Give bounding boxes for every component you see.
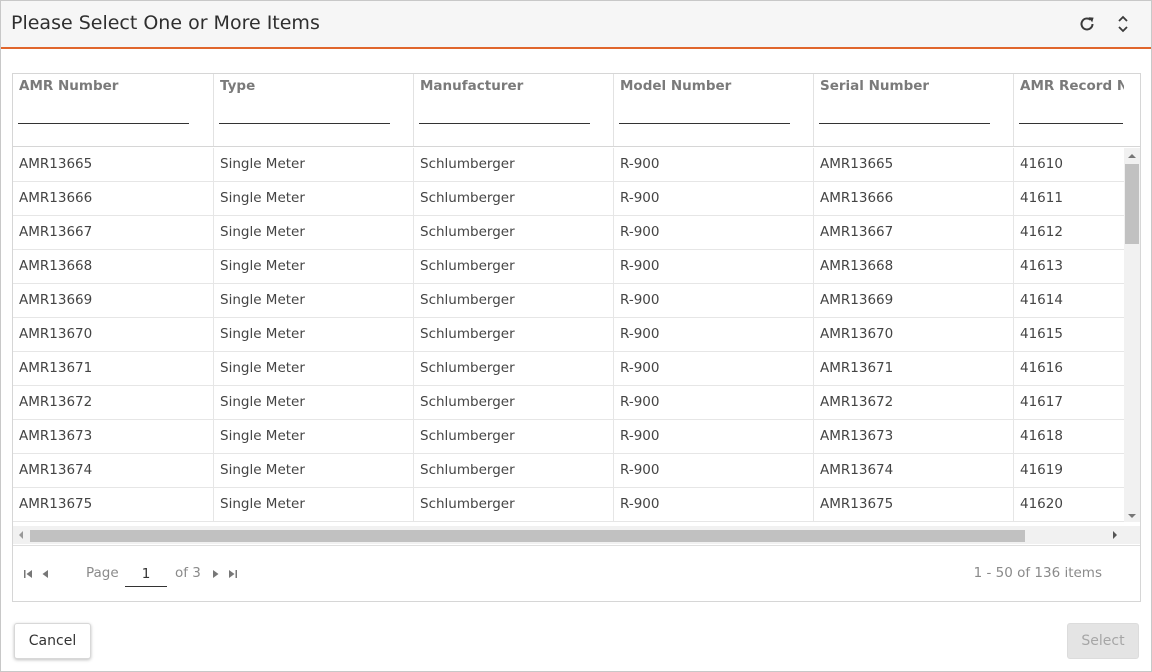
last-page-icon[interactable] (227, 568, 239, 580)
table-row[interactable]: AMR13665 Single Meter Schlumberger R-900… (13, 148, 1124, 182)
filter-type-input[interactable] (219, 102, 390, 124)
scroll-down-icon[interactable] (1124, 510, 1140, 522)
table-row[interactable]: AMR13673 Single Meter Schlumberger R-900… (13, 420, 1124, 454)
select-items-dialog: Please Select One or More Items AMR Numb… (0, 0, 1152, 672)
previous-page-icon[interactable] (39, 568, 51, 580)
scroll-right-icon[interactable] (1109, 529, 1121, 541)
horizontal-scroll-thumb[interactable] (30, 530, 1025, 542)
table-row[interactable]: AMR13671 Single Meter Schlumberger R-900… (13, 352, 1124, 386)
table-row[interactable]: AMR13669 Single Meter Schlumberger R-900… (13, 284, 1124, 318)
next-page-icon[interactable] (210, 568, 222, 580)
column-header-amr-number[interactable]: AMR Number (13, 74, 214, 146)
dialog-titlebar: Please Select One or More Items (1, 1, 1151, 49)
filter-amr-record-number-input[interactable] (1019, 102, 1123, 124)
page-number-input[interactable] (125, 561, 167, 587)
vertical-scrollbar[interactable] (1124, 148, 1140, 522)
table-row[interactable]: AMR13667 Single Meter Schlumberger R-900… (13, 216, 1124, 250)
grid-header: AMR Number Type Manufacturer Model Numbe… (13, 74, 1124, 147)
table-row[interactable]: AMR13672 Single Meter Schlumberger R-900… (13, 386, 1124, 420)
filter-serial-number-input[interactable] (819, 102, 990, 124)
table-row[interactable]: AMR13675 Single Meter Schlumberger R-900… (13, 488, 1124, 522)
filter-manufacturer-input[interactable] (419, 102, 590, 124)
table-row[interactable]: AMR13670 Single Meter Schlumberger R-900… (13, 318, 1124, 352)
column-header-manufacturer[interactable]: Manufacturer (414, 74, 614, 146)
cancel-button[interactable]: Cancel (14, 623, 91, 659)
scroll-corner (1124, 526, 1140, 544)
scroll-left-icon[interactable] (15, 529, 27, 541)
grid-body: AMR13665 Single Meter Schlumberger R-900… (13, 148, 1124, 522)
vertical-scroll-thumb[interactable] (1125, 164, 1139, 244)
dialog-title: Please Select One or More Items (11, 12, 320, 34)
horizontal-scrollbar[interactable] (13, 526, 1124, 544)
column-header-model-number[interactable]: Model Number (614, 74, 814, 146)
select-button[interactable]: Select (1067, 623, 1139, 659)
filter-model-number-input[interactable] (619, 102, 790, 124)
table-row[interactable]: AMR13674 Single Meter Schlumberger R-900… (13, 454, 1124, 488)
filter-amr-number-input[interactable] (18, 102, 189, 124)
chevron-up-down-icon[interactable] (1111, 12, 1135, 36)
items-info: 1 - 50 of 136 items (973, 565, 1102, 581)
column-header-type[interactable]: Type (214, 74, 414, 146)
page-label: Page (86, 565, 119, 581)
header-scroll-corner (1124, 74, 1140, 147)
first-page-icon[interactable] (22, 568, 34, 580)
grid-pager: Page of 3 1 - 50 of 136 items (13, 545, 1140, 601)
items-grid: AMR Number Type Manufacturer Model Numbe… (12, 73, 1141, 602)
scroll-up-icon[interactable] (1124, 150, 1140, 162)
page-count-label: of 3 (175, 565, 201, 581)
column-header-serial-number[interactable]: Serial Number (814, 74, 1014, 146)
table-row[interactable]: AMR13666 Single Meter Schlumberger R-900… (13, 182, 1124, 216)
refresh-icon[interactable] (1075, 12, 1099, 36)
column-header-amr-record-number[interactable]: AMR Record Nu (1014, 74, 1124, 146)
table-row[interactable]: AMR13668 Single Meter Schlumberger R-900… (13, 250, 1124, 284)
